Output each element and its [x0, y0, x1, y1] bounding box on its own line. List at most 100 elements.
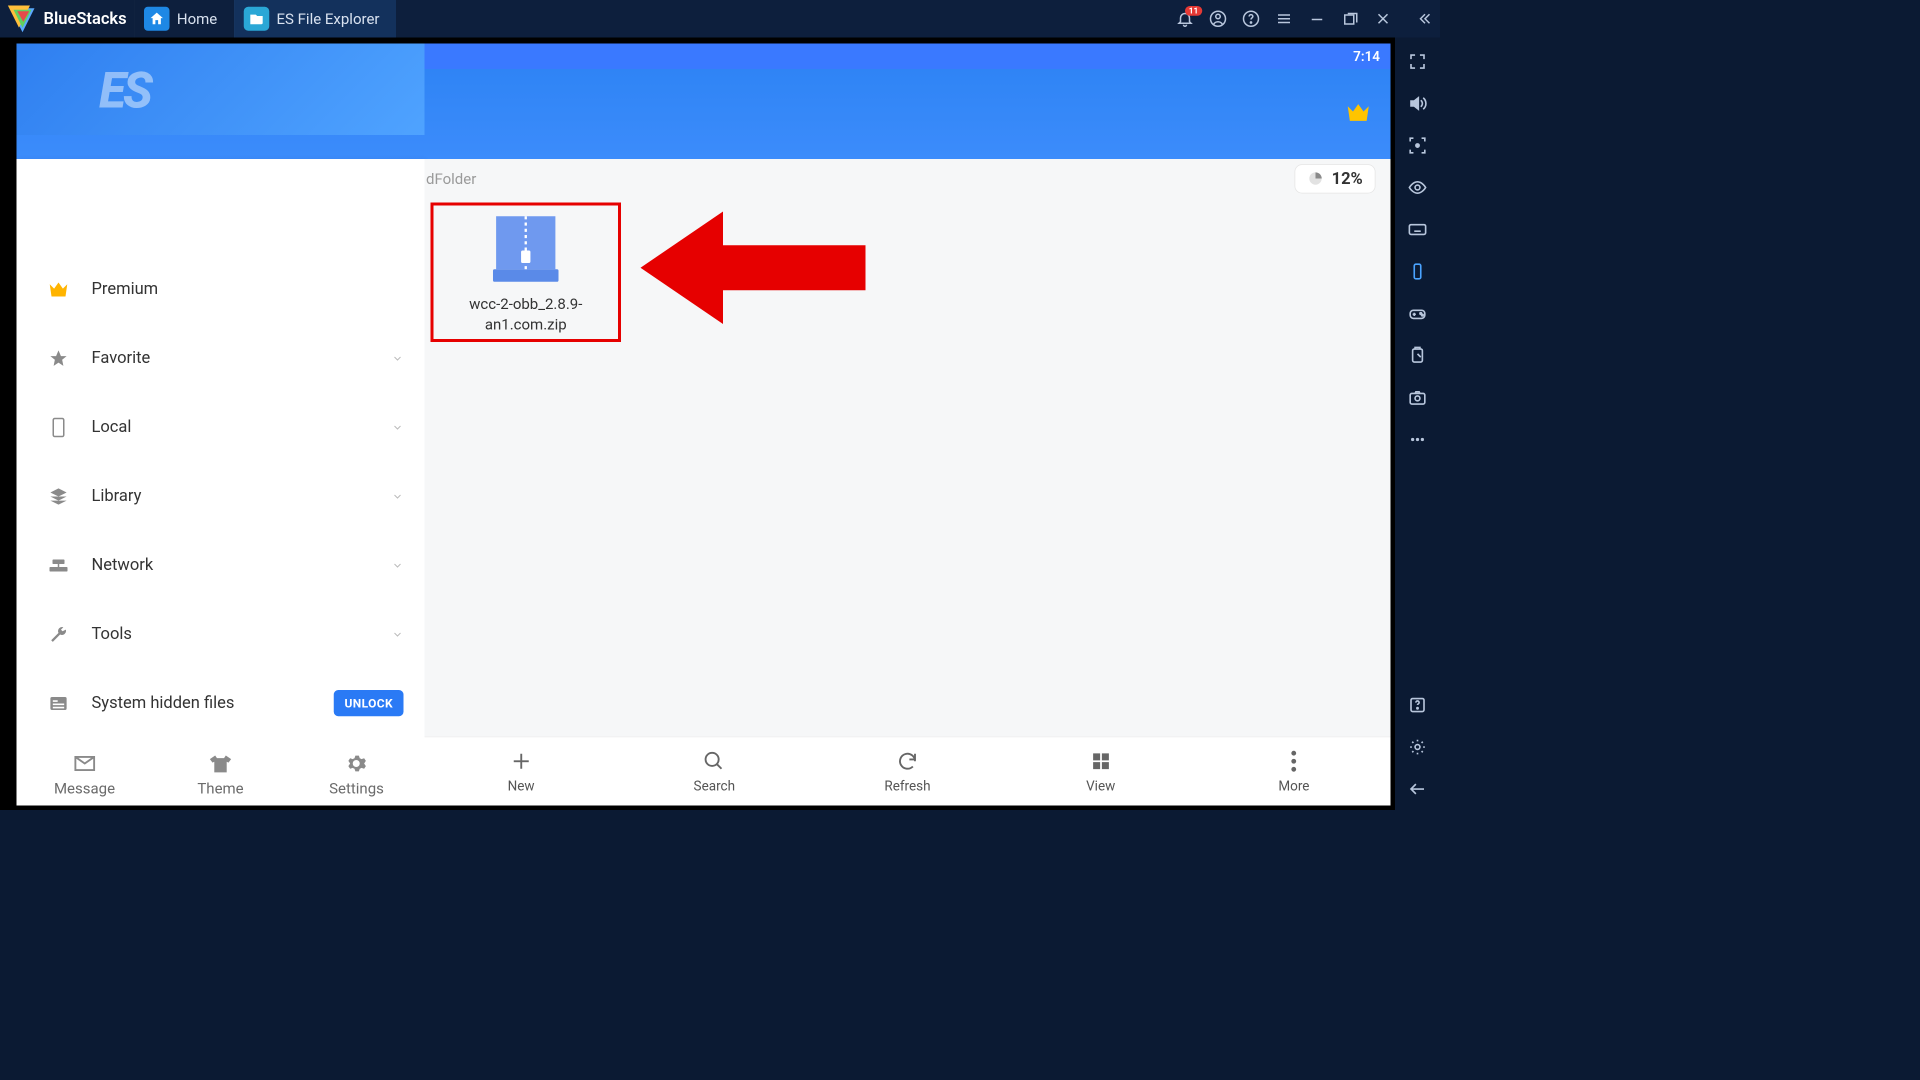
- shell: 7:14 Local: [0, 38, 1440, 811]
- minimize-button[interactable]: [1301, 0, 1334, 38]
- sidebar: ES Premium Favorite: [17, 159, 425, 806]
- chevron-down-icon: [392, 628, 404, 640]
- bottom-search-button[interactable]: Search: [618, 749, 811, 795]
- bottom-view-button[interactable]: View: [1004, 749, 1197, 795]
- file-item-zip[interactable]: wcc-2-obb_2.8.9- an1.com.zip: [431, 203, 622, 343]
- bottom-btn-label: More: [1278, 779, 1309, 795]
- rail-back-button[interactable]: [1395, 768, 1440, 810]
- bottom-more-button[interactable]: More: [1197, 749, 1390, 795]
- sidebar-item-label: Network: [92, 556, 392, 575]
- brand-label: BlueStacks: [44, 9, 127, 28]
- chevron-down-icon: [392, 421, 404, 433]
- rail-eye-button[interactable]: [1395, 167, 1440, 209]
- rail-clipboard-button[interactable]: [1395, 335, 1440, 377]
- bottom-refresh-button[interactable]: Refresh: [811, 749, 1004, 795]
- tab-es-file-explorer[interactable]: ES File Explorer: [234, 0, 396, 38]
- tab-home-label: Home: [177, 10, 217, 28]
- content-row: ES Premium Favorite: [17, 159, 1391, 806]
- annotation-arrow-icon: [641, 204, 874, 332]
- bottom-btn-label: Search: [694, 779, 735, 795]
- storage-indicator[interactable]: 12%: [1295, 164, 1376, 193]
- path-row: dFolder 12%: [425, 159, 1391, 198]
- unlock-button[interactable]: UNLOCK: [334, 690, 404, 716]
- sidebar-item-label: Premium: [92, 280, 404, 299]
- gear-icon: [345, 753, 368, 776]
- refresh-icon: [895, 749, 921, 775]
- mail-icon: [73, 753, 96, 776]
- rail-locate-button[interactable]: [1395, 125, 1440, 167]
- rail-more-button[interactable]: [1395, 419, 1440, 461]
- close-button[interactable]: [1367, 0, 1400, 38]
- sidebar-item-favorite[interactable]: Favorite: [17, 324, 425, 393]
- sidebar-item-local[interactable]: Local: [17, 393, 425, 462]
- tab-es-label: ES File Explorer: [276, 10, 379, 28]
- crown-icon: [47, 277, 71, 301]
- sidebar-item-library[interactable]: Library: [17, 462, 425, 531]
- maximize-button[interactable]: [1334, 0, 1367, 38]
- phone-icon: [47, 415, 71, 439]
- bottom-new-button[interactable]: New: [425, 749, 618, 795]
- rail-fullscreen-button[interactable]: [1395, 41, 1440, 83]
- zip-archive-icon: [487, 213, 565, 285]
- sidebar-item-label: System hidden files: [92, 694, 334, 713]
- collapse-rail-button[interactable]: [1407, 0, 1440, 38]
- sidebar-tab-message[interactable]: Message: [17, 745, 153, 806]
- sidebar-item-tools[interactable]: Tools: [17, 600, 425, 669]
- sidebar-tab-label: Theme: [197, 780, 243, 798]
- star-icon: [47, 346, 71, 370]
- shirt-icon: [209, 753, 232, 776]
- rail-screenshot-button[interactable]: [1395, 377, 1440, 419]
- help-button[interactable]: [1235, 0, 1268, 38]
- grid-icon: [1088, 749, 1114, 775]
- emulator-frame: 7:14 Local: [0, 38, 1395, 811]
- storage-pct-label: 12%: [1332, 169, 1363, 188]
- android-screen: 7:14 Local: [17, 44, 1391, 806]
- path-text: dFolder: [425, 170, 477, 188]
- sidebar-item-label: Local: [92, 418, 392, 437]
- es-logo-text: ES: [99, 62, 150, 120]
- sidebar-tab-theme[interactable]: Theme: [152, 745, 288, 806]
- rail-volume-button[interactable]: [1395, 83, 1440, 125]
- home-app-icon: [144, 7, 170, 31]
- tab-home[interactable]: Home: [134, 0, 234, 38]
- file-name: wcc-2-obb_2.8.9- an1.com.zip: [469, 294, 582, 335]
- sidebar-tab-settings[interactable]: Settings: [288, 745, 424, 806]
- pie-icon: [1308, 170, 1325, 187]
- chevron-down-icon: [392, 490, 404, 502]
- sidebar-nav: Premium Favorite Local: [17, 135, 425, 738]
- plus-icon: [508, 749, 534, 775]
- search-icon: [702, 749, 728, 775]
- clock: 7:14: [1353, 48, 1380, 64]
- rail-gamepad-button[interactable]: [1395, 293, 1440, 335]
- bottom-btn-label: New: [508, 779, 535, 795]
- file-bottom-toolbar: New Search Refresh View: [425, 737, 1391, 806]
- sidebar-header: ES: [17, 44, 425, 135]
- rail-help-box-button[interactable]: [1395, 684, 1440, 726]
- notifications-button[interactable]: 11: [1169, 0, 1202, 38]
- right-rail: [1395, 38, 1440, 811]
- sidebar-item-hidden-files[interactable]: System hidden files UNLOCK: [17, 669, 425, 738]
- chevron-down-icon: [392, 352, 404, 364]
- network-icon: [47, 553, 71, 577]
- notification-badge: 11: [1185, 6, 1202, 16]
- sidebar-item-label: Library: [92, 487, 392, 506]
- bottom-btn-label: Refresh: [884, 779, 930, 795]
- bottom-btn-label: View: [1086, 779, 1115, 795]
- sidebar-item-label: Tools: [92, 625, 392, 644]
- titlebar: BlueStacks Home ES File Explorer 11: [0, 0, 1440, 38]
- sidebar-tab-label: Message: [54, 780, 115, 798]
- account-button[interactable]: [1202, 0, 1235, 38]
- premium-crown-icon[interactable]: [1346, 102, 1372, 126]
- sidebar-item-network[interactable]: Network: [17, 531, 425, 600]
- rail-rotate-button[interactable]: [1395, 251, 1440, 293]
- es-app-icon: [243, 7, 269, 31]
- hidden-files-icon: [47, 691, 71, 715]
- sidebar-item-premium[interactable]: Premium: [17, 255, 425, 324]
- layers-icon: [47, 484, 71, 508]
- bluestacks-logo-icon: [6, 2, 39, 35]
- rail-settings-button[interactable]: [1395, 726, 1440, 768]
- more-vertical-icon: [1281, 749, 1307, 775]
- menu-button[interactable]: [1268, 0, 1301, 38]
- rail-keyboard-button[interactable]: [1395, 209, 1440, 251]
- file-grid: wcc-2-obb_2.8.9- an1.com.zip: [425, 198, 1391, 347]
